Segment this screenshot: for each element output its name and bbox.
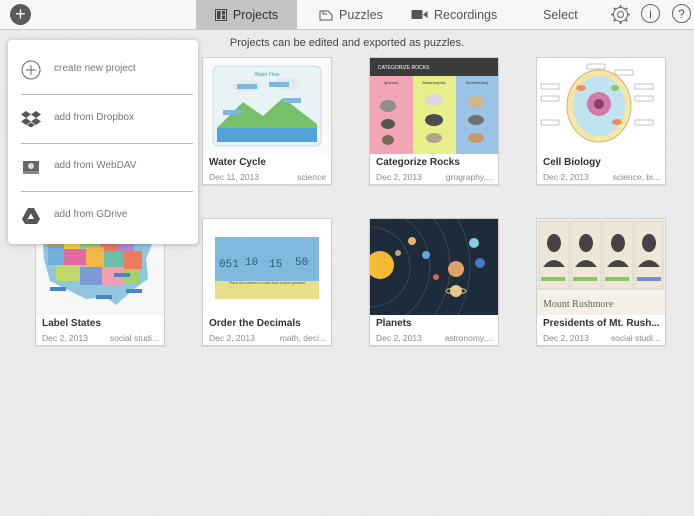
puzzle-icon	[319, 9, 333, 21]
menu-item-create-new[interactable]: create new project	[8, 46, 198, 94]
tab-recordings[interactable]: Recordings	[411, 0, 497, 29]
grid-icon	[214, 8, 227, 21]
menu-item-label: add from Dropbox	[54, 112, 135, 123]
project-thumbnail	[537, 58, 665, 154]
project-title: Water Cycle	[209, 157, 266, 168]
video-camera-icon	[411, 9, 428, 20]
project-tags: science	[297, 172, 326, 182]
project-tags: astronomy,...	[444, 333, 494, 343]
menu-item-label: create new project	[54, 63, 136, 74]
tab-label: Recordings	[434, 7, 498, 22]
menu-item-label: add from WebDAV	[54, 160, 137, 171]
svg-text:10: 10	[245, 257, 258, 269]
project-card-order-decimals[interactable]: 051 10 15 50 Place the numbers in order …	[202, 218, 332, 346]
project-date: Dec 2, 2013	[42, 333, 88, 343]
project-date: Dec 2, 2013	[376, 172, 422, 182]
svg-text:50: 50	[295, 257, 308, 269]
svg-text:Sedimentary: Sedimentary	[466, 80, 488, 85]
project-card-cell-biology[interactable]: Cell Biology Dec 2, 2013 science, bi...	[536, 57, 666, 185]
select-label: Select	[543, 7, 578, 22]
project-card-presidents[interactable]: Mount Rushmore Presidents of Mt. Rush...…	[536, 218, 666, 346]
tab-puzzles[interactable]: Puzzles	[319, 0, 383, 29]
top-toolbar: + Projects Puzzles Recordings Select i ?	[0, 0, 694, 30]
project-title: Categorize Rocks	[376, 157, 460, 168]
project-title: Label States	[42, 318, 101, 329]
project-date: Dec 2, 2013	[376, 333, 422, 343]
project-date: Dec 2, 2013	[543, 333, 589, 343]
project-date: Dec 2, 2013	[209, 333, 255, 343]
gdrive-icon	[21, 206, 41, 226]
select-button[interactable]: Select	[543, 0, 578, 29]
project-thumbnail	[370, 219, 498, 315]
dropbox-icon	[21, 109, 41, 129]
gear-icon	[610, 5, 631, 29]
project-tags: grography,...	[445, 172, 493, 182]
svg-text:051: 051	[219, 259, 239, 271]
svg-text:15: 15	[269, 259, 282, 271]
thumb-heading: Water Flow	[254, 72, 279, 78]
add-project-button[interactable]: +	[10, 4, 31, 25]
project-tags: social studi...	[610, 333, 660, 343]
menu-item-dropbox[interactable]: add from Dropbox	[8, 95, 198, 143]
add-project-menu: create new project add from Dropbox add …	[8, 40, 198, 244]
svg-text:Place the numbers in order fro: Place the numbers in order from least to…	[229, 281, 305, 285]
help-button[interactable]: ?	[672, 4, 691, 23]
tab-label: Projects	[232, 7, 279, 22]
project-title: Planets	[376, 318, 412, 329]
menu-item-webdav[interactable]: add from WebDAV	[8, 143, 198, 191]
project-thumbnail: CATEGORIZE ROCKS Igneous Metamorphic Sed…	[370, 58, 498, 154]
thumb-heading: CATEGORIZE ROCKS	[378, 65, 430, 71]
project-title: Cell Biology	[543, 157, 601, 168]
tab-label: Puzzles	[339, 7, 383, 22]
info-button[interactable]: i	[641, 4, 660, 23]
drive-icon	[21, 157, 41, 177]
project-card-planets[interactable]: Planets Dec 2, 2013 astronomy,...	[369, 218, 499, 346]
plus-circle-icon	[21, 60, 41, 80]
svg-text:Metamorphic: Metamorphic	[422, 80, 445, 85]
project-thumbnail: Water Flow	[203, 58, 331, 154]
project-title: Order the Decimals	[209, 318, 301, 329]
project-card-water-cycle[interactable]: Water Flow Water Cycle Dec 11, 2013 scie…	[202, 57, 332, 185]
project-date: Dec 2, 2013	[543, 172, 589, 182]
menu-item-gdrive[interactable]: add from GDrive	[8, 192, 198, 240]
settings-button[interactable]	[610, 4, 631, 25]
project-title: Presidents of Mt. Rush...	[543, 318, 660, 329]
project-tags: social studi...	[109, 333, 159, 343]
project-thumbnail: 051 10 15 50 Place the numbers in order …	[203, 219, 331, 315]
project-tags: math, deci...	[279, 333, 326, 343]
project-date: Dec 11, 2013	[209, 172, 259, 182]
svg-text:Mount Rushmore: Mount Rushmore	[543, 299, 614, 310]
project-card-categorize-rocks[interactable]: CATEGORIZE ROCKS Igneous Metamorphic Sed…	[369, 57, 499, 185]
svg-text:Igneous: Igneous	[384, 80, 398, 85]
tab-projects[interactable]: Projects	[196, 0, 297, 29]
project-thumbnail: Mount Rushmore	[537, 219, 665, 315]
project-tags: science, bi...	[612, 172, 660, 182]
menu-item-label: add from GDrive	[54, 209, 128, 220]
